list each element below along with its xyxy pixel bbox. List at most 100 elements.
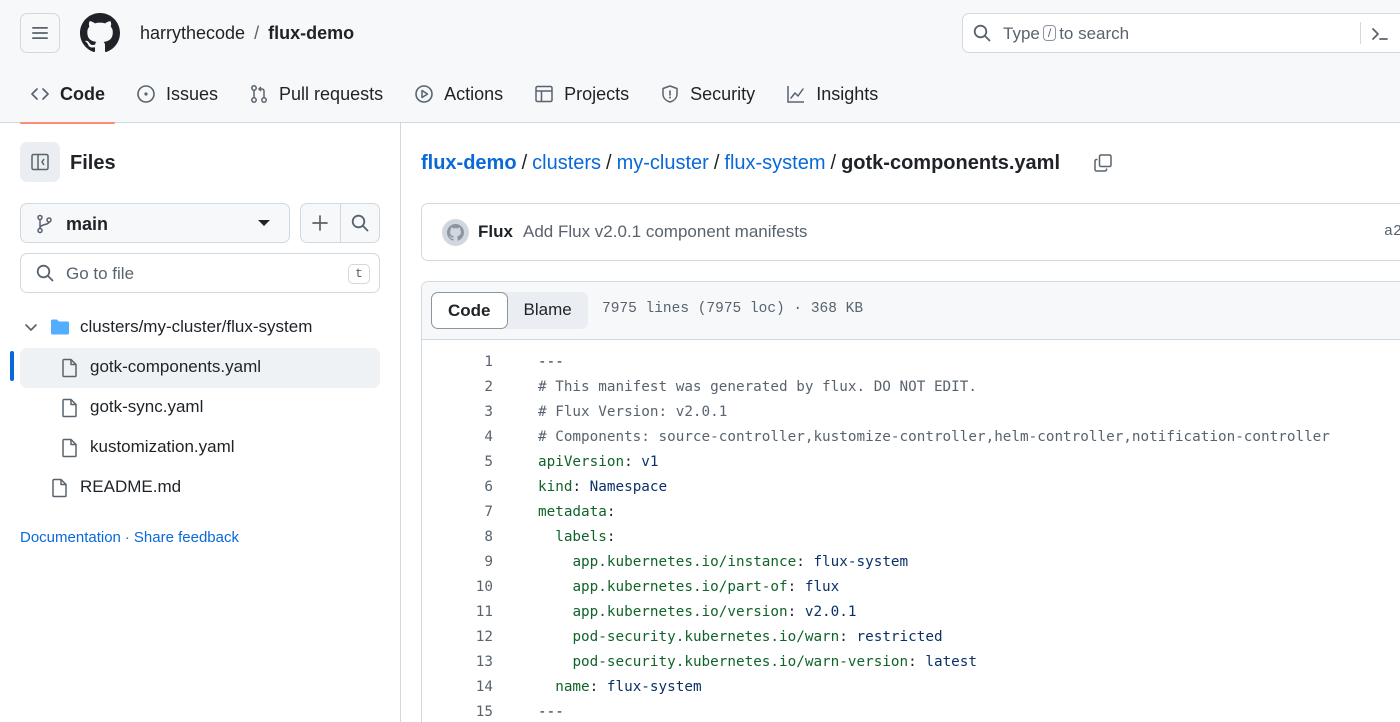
view-mode-toggle: Code Blame (431, 292, 588, 329)
line-number[interactable]: 13 (422, 650, 493, 675)
line-content: pod-security.kubernetes.io/warn: restric… (572, 629, 943, 645)
search-shortcut-key: / (1042, 25, 1057, 41)
search-icon (351, 214, 369, 232)
share-feedback-link[interactable]: Share feedback (134, 529, 239, 546)
play-icon (415, 85, 433, 103)
tree-item-label: README.md (80, 477, 182, 496)
breadcrumb-separator: / (521, 152, 528, 174)
go-to-file-shortcut: t (348, 264, 370, 284)
file-tree-sidebar: Files main Go to file t clusters/my-clus… (0, 123, 401, 722)
copy-icon[interactable] (1093, 153, 1113, 173)
tab-code-view[interactable]: Code (431, 292, 508, 329)
menu-button[interactable] (20, 13, 60, 53)
tab-insights[interactable]: Insights (776, 73, 888, 123)
tree-item-label: gotk-sync.yaml (90, 397, 204, 416)
line-number[interactable]: 12 (422, 625, 493, 650)
plus-icon (312, 215, 329, 231)
code-line: 13 pod-security.kubernetes.io/warn-versi… (422, 650, 1400, 675)
breadcrumb-separator: / (713, 152, 720, 174)
file-icon (62, 438, 77, 458)
collapse-sidebar-button[interactable] (20, 142, 60, 182)
code-line: 10 app.kubernetes.io/part-of: flux (422, 575, 1400, 600)
file-viewer: Code Blame 7975 lines (7975 loc) · 368 K… (421, 281, 1400, 722)
tab-issues-label: Issues (166, 84, 219, 104)
selected-indicator (10, 351, 14, 381)
code-line: 6 kind: Namespace (422, 475, 1400, 500)
tree-item-label: kustomization.yaml (90, 437, 235, 456)
commit-sha[interactable]: a2 (1384, 223, 1400, 240)
chevron-down-icon[interactable] (24, 322, 38, 334)
github-logo-icon[interactable] (80, 13, 120, 53)
file-icon (62, 398, 77, 418)
code-line: 1 --- (422, 350, 1400, 375)
tab-pull-requests-label: Pull requests (279, 84, 384, 104)
line-number[interactable]: 4 (422, 425, 493, 450)
search-input[interactable]: Type / to search (962, 13, 1400, 53)
documentation-link[interactable]: Documentation (20, 529, 121, 546)
breadcrumb-repo-link[interactable]: flux-demo (421, 152, 517, 174)
tab-code[interactable]: Code (20, 73, 115, 124)
line-content: apiVersion: v1 (538, 454, 659, 470)
file-actions-group (300, 203, 380, 243)
line-number[interactable]: 5 (422, 450, 493, 475)
line-number[interactable]: 9 (422, 550, 493, 575)
branch-selector[interactable]: main (20, 203, 290, 243)
tab-blame-view[interactable]: Blame (508, 292, 588, 329)
tab-pull-requests[interactable]: Pull requests (239, 73, 393, 123)
line-number[interactable]: 6 (422, 475, 493, 500)
line-number[interactable]: 14 (422, 675, 493, 700)
code-line: 12 pod-security.kubernetes.io/warn: rest… (422, 625, 1400, 650)
repo-name-link[interactable]: flux-demo (268, 23, 354, 43)
line-number[interactable]: 2 (422, 375, 493, 400)
latest-commit-bar: Flux Add Flux v2.0.1 component manifests… (421, 203, 1400, 261)
breadcrumb-clusters-link[interactable]: clusters (532, 152, 601, 174)
table-icon (535, 85, 553, 103)
line-number[interactable]: 3 (422, 400, 493, 425)
graph-icon (787, 86, 805, 103)
go-to-file-placeholder: Go to file (66, 264, 135, 283)
code-line: 3 # Flux Version: v2.0.1 (422, 400, 1400, 425)
tab-security-label: Security (690, 84, 756, 104)
breadcrumb-my-cluster-link[interactable]: my-cluster (617, 152, 709, 174)
line-number[interactable]: 8 (422, 525, 493, 550)
commit-author[interactable]: Flux (478, 222, 513, 242)
commit-message[interactable]: Add Flux v2.0.1 component manifests (523, 222, 807, 242)
tree-folder-flux-system[interactable]: clusters/my-cluster/flux-system (20, 308, 380, 348)
sidebar-footer-links: Documentation · Share feedback (20, 529, 239, 546)
tab-security[interactable]: Security (650, 73, 765, 123)
tree-item-label: gotk-components.yaml (90, 357, 262, 376)
breadcrumb-separator: / (830, 152, 837, 174)
tab-actions[interactable]: Actions (404, 73, 513, 123)
tree-file-kustomization[interactable]: kustomization.yaml (20, 428, 380, 468)
sidebar-collapse-icon (31, 153, 49, 171)
tab-issues[interactable]: Issues (126, 73, 228, 123)
tab-insights-label: Insights (816, 84, 879, 104)
code-line: 2 # This manifest was generated by flux. … (422, 375, 1400, 400)
line-content: name: flux-system (555, 679, 702, 695)
link-separator: · (124, 529, 130, 546)
github-logo-icon (447, 224, 464, 241)
line-number[interactable]: 7 (422, 500, 493, 525)
line-content: # Flux Version: v2.0.1 (538, 404, 728, 420)
repo-owner-link[interactable]: harrythecode (140, 23, 245, 43)
files-title: Files (70, 152, 116, 174)
search-files-button[interactable] (339, 204, 379, 242)
go-to-file-input[interactable]: Go to file t (20, 253, 380, 293)
git-branch-icon (37, 214, 52, 234)
tree-file-gotk-sync[interactable]: gotk-sync.yaml (20, 388, 380, 428)
add-file-button[interactable] (301, 204, 340, 242)
tab-projects[interactable]: Projects (524, 73, 639, 123)
tree-file-gotk-components[interactable]: gotk-components.yaml (20, 348, 380, 388)
avatar[interactable] (442, 219, 469, 246)
breadcrumb-flux-system-link[interactable]: flux-system (724, 152, 825, 174)
line-number[interactable]: 11 (422, 600, 493, 625)
code-line: 9 app.kubernetes.io/instance: flux-syste… (422, 550, 1400, 575)
breadcrumb-separator: / (606, 152, 612, 174)
command-palette-icon[interactable] (1369, 23, 1391, 45)
tree-file-readme[interactable]: README.md (20, 468, 380, 508)
code-line: 7 metadata: (422, 500, 1400, 525)
line-number[interactable]: 15 (422, 700, 493, 722)
code-view[interactable]: 1 --- 2 # This manifest was generated by fl… (422, 350, 1400, 722)
line-number[interactable]: 10 (422, 575, 493, 600)
line-number[interactable]: 1 (422, 350, 493, 375)
